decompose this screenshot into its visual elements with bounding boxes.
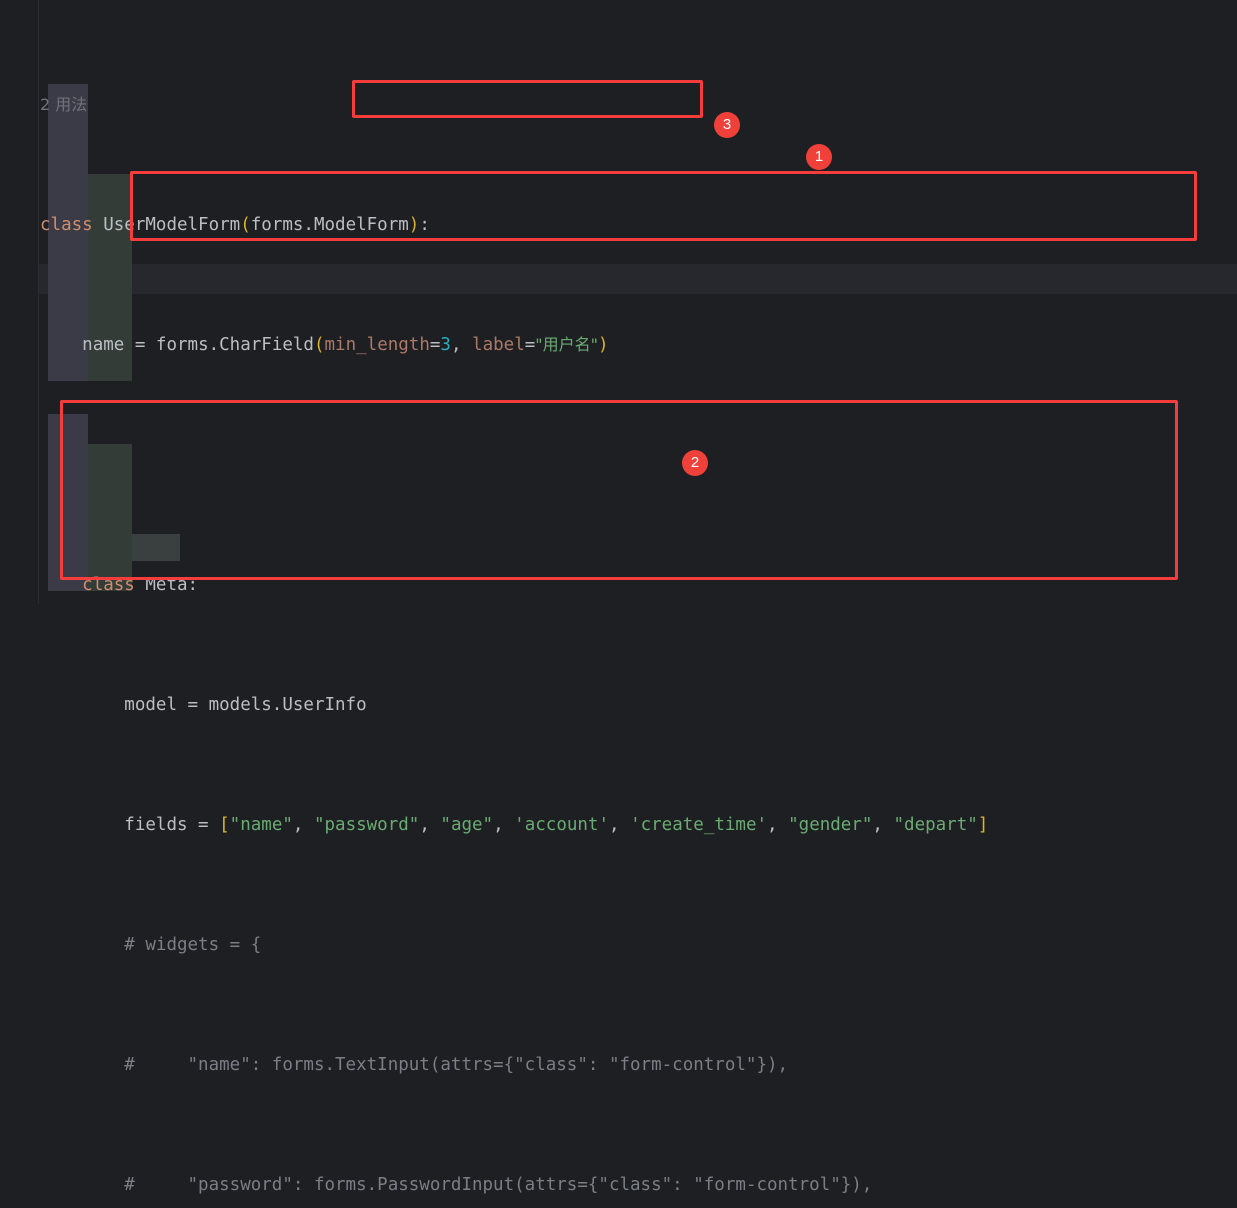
field-item-5: "gender" (788, 815, 873, 835)
keyword-class-meta: class (82, 575, 135, 595)
kwarg-min-length: min_length (324, 335, 430, 355)
field-item-0: "name" (229, 815, 293, 835)
code-line-2: class UserModelForm(forms.ModelForm): (40, 215, 430, 235)
min-length-value: 3 (440, 335, 451, 355)
annotation-badge-2: 2 (682, 450, 708, 476)
code-line-8: # widgets = { (40, 930, 1237, 960)
code-content[interactable]: 2 用法 class UserModelForm(forms.ModelForm… (40, 0, 1237, 1195)
field-name: name (82, 335, 125, 355)
charfield-call: forms.CharField (155, 335, 314, 355)
field-item-3: 'account' (514, 815, 609, 835)
editor-gutter[interactable] (0, 0, 39, 604)
code-line-3: name = forms.CharField(min_length=3, lab… (82, 335, 609, 355)
class-name: UserModelForm (103, 215, 241, 235)
code-line-4-blank (40, 450, 1237, 480)
section-label: 2 用法 (40, 95, 88, 114)
fields-attr: fields (124, 815, 188, 835)
field-item-1: "password" (313, 815, 420, 835)
model-value: models.UserInfo (208, 695, 367, 715)
keyword-class: class (40, 215, 93, 235)
base-class: forms.ModelForm (250, 215, 409, 235)
code-line-5: class Meta: (82, 575, 199, 595)
field-item-6: "depart" (893, 815, 978, 835)
model-attr: model (124, 695, 177, 715)
code-line-7: fields = ["name", "password", "age", 'ac… (124, 815, 989, 835)
comment-widgets-password: # "password": forms.PasswordInput(attrs=… (124, 1175, 873, 1195)
code-line-1: 2 用法 (40, 90, 1237, 120)
field-item-4: 'create_time' (630, 815, 768, 835)
comment-widgets-name: # "name": forms.TextInput(attrs={"class"… (124, 1055, 789, 1075)
label-value: "用户名" (535, 335, 599, 354)
comment-widgets-open: # widgets = { (124, 935, 262, 955)
code-editor: 2 用法 class UserModelForm(forms.ModelForm… (0, 0, 1237, 1195)
code-line-9: # "name": forms.TextInput(attrs={"class"… (40, 1050, 1237, 1080)
annotation-badge-1: 1 (806, 144, 832, 170)
kwarg-label: label (472, 335, 525, 355)
code-line-6: model = models.UserInfo (124, 695, 367, 715)
code-line-10: # "password": forms.PasswordInput(attrs=… (40, 1170, 1237, 1200)
field-item-2: "age" (440, 815, 494, 835)
meta-class-name: Meta (145, 575, 188, 595)
annotation-badge-3: 3 (714, 112, 740, 138)
